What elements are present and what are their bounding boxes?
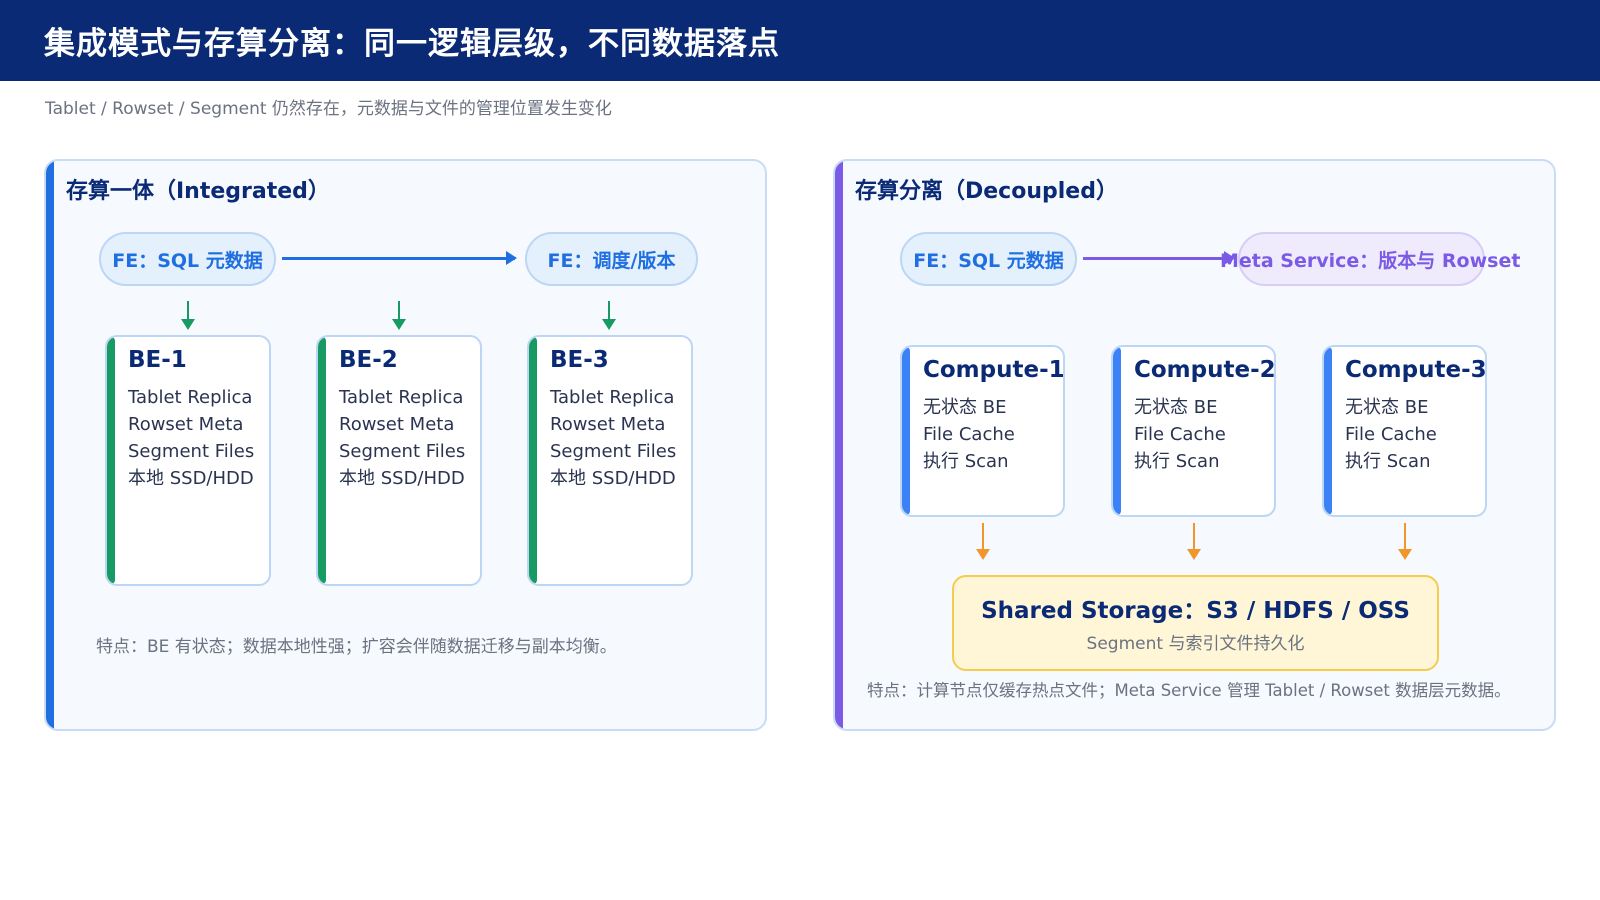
be-node-details: Tablet Replica Rowset Meta Segment Files…	[128, 384, 254, 492]
meta-service-label: Meta Service：版本与 Rowset	[1220, 249, 1521, 272]
node-line: File Cache	[1134, 424, 1226, 445]
node-line: 本地 SSD/HDD	[128, 468, 254, 489]
node-line: 无状态 BE	[1345, 397, 1429, 418]
page-title: 集成模式与存算分离：同一逻辑层级，不同数据落点	[44, 26, 780, 62]
compute-node-title: Compute-2	[1134, 357, 1276, 383]
node-line: Tablet Replica	[128, 387, 253, 408]
compute-node-title: Compute-1	[923, 357, 1065, 383]
shared-storage-subtitle: Segment 与索引文件持久化	[1086, 634, 1305, 654]
node-line: Rowset Meta	[128, 414, 244, 435]
be-node-2: BE-2 Tablet Replica Rowset Meta Segment …	[316, 335, 482, 586]
be-node-accent	[318, 337, 326, 584]
node-line: Segment Files	[339, 441, 466, 462]
compute2-storage-arrow	[1187, 523, 1201, 560]
node-line: 执行 Scan	[923, 451, 1009, 472]
be-node-details: Tablet Replica Rowset Meta Segment Files…	[550, 384, 676, 492]
be-node-accent	[529, 337, 537, 584]
decoupled-note: 特点：计算节点仅缓存热点文件；Meta Service 管理 Tablet / …	[867, 681, 1511, 700]
be-node-1: BE-1 Tablet Replica Rowset Meta Segment …	[105, 335, 271, 586]
be2-arrow	[392, 301, 406, 330]
node-line: Tablet Replica	[550, 387, 675, 408]
compute-node-accent	[1324, 347, 1332, 515]
decoupled-fe-sql-pill: FE：SQL 元数据	[900, 232, 1077, 286]
node-line: 无状态 BE	[923, 397, 1007, 418]
node-line: 执行 Scan	[1345, 451, 1431, 472]
be-node-title: BE-1	[128, 347, 187, 373]
shared-storage-title: Shared Storage：S3 / HDFS / OSS	[981, 598, 1410, 624]
compute-node-3: Compute-3 无状态 BE File Cache 执行 Scan	[1322, 345, 1487, 517]
decoupled-title: 存算分离（Decoupled）	[855, 179, 1118, 204]
integrated-fe-arrow	[282, 251, 517, 265]
node-line: 无状态 BE	[1134, 397, 1218, 418]
compute1-storage-arrow	[976, 523, 990, 560]
compute-node-title: Compute-3	[1345, 357, 1487, 383]
decoupled-panel: 存算分离（Decoupled） FE：SQL 元数据 Meta Service：…	[833, 159, 1556, 731]
shared-storage-box: Shared Storage：S3 / HDFS / OSS Segment 与…	[952, 575, 1439, 671]
node-line: Segment Files	[550, 441, 677, 462]
compute-node-1: Compute-1 无状态 BE File Cache 执行 Scan	[900, 345, 1065, 517]
be-node-accent	[107, 337, 115, 584]
node-line: Tablet Replica	[339, 387, 464, 408]
compute-node-details: 无状态 BE File Cache 执行 Scan	[1345, 394, 1437, 475]
integrated-fe-schedule-pill: FE：调度/版本	[525, 232, 698, 286]
node-line: Rowset Meta	[339, 414, 455, 435]
integrated-panel: 存算一体（Integrated） FE：SQL 元数据 FE：调度/版本 BE-…	[44, 159, 767, 731]
compute-node-accent	[902, 347, 910, 515]
be1-arrow	[181, 301, 195, 330]
be-node-3: BE-3 Tablet Replica Rowset Meta Segment …	[527, 335, 693, 586]
node-line: 本地 SSD/HDD	[339, 468, 465, 489]
integrated-title: 存算一体（Integrated）	[66, 179, 330, 204]
node-line: File Cache	[923, 424, 1015, 445]
page-subtitle: Tablet / Rowset / Segment 仍然存在，元数据与文件的管理…	[45, 99, 612, 119]
compute3-storage-arrow	[1398, 523, 1412, 560]
node-line: File Cache	[1345, 424, 1437, 445]
node-line: 执行 Scan	[1134, 451, 1220, 472]
integrated-fe-sql-pill: FE：SQL 元数据	[99, 232, 276, 286]
meta-service-pill: Meta Service：版本与 Rowset	[1220, 232, 1520, 286]
node-line: 本地 SSD/HDD	[550, 468, 676, 489]
node-line: Rowset Meta	[550, 414, 666, 435]
be3-arrow	[602, 301, 616, 330]
decoupled-meta-arrow	[1083, 251, 1235, 265]
compute-node-2: Compute-2 无状态 BE File Cache 执行 Scan	[1111, 345, 1276, 517]
be-node-title: BE-3	[550, 347, 609, 373]
node-line: Segment Files	[128, 441, 255, 462]
compute-node-details: 无状态 BE File Cache 执行 Scan	[1134, 394, 1226, 475]
decoupled-accent-bar	[835, 161, 843, 729]
be-node-details: Tablet Replica Rowset Meta Segment Files…	[339, 384, 465, 492]
integrated-note: 特点：BE 有状态；数据本地性强；扩容会伴随数据迁移与副本均衡。	[96, 637, 617, 657]
integrated-accent-bar	[46, 161, 54, 729]
compute-node-details: 无状态 BE File Cache 执行 Scan	[923, 394, 1015, 475]
be-node-title: BE-2	[339, 347, 398, 373]
compute-node-accent	[1113, 347, 1121, 515]
header-bar: 集成模式与存算分离：同一逻辑层级，不同数据落点	[0, 0, 1600, 81]
